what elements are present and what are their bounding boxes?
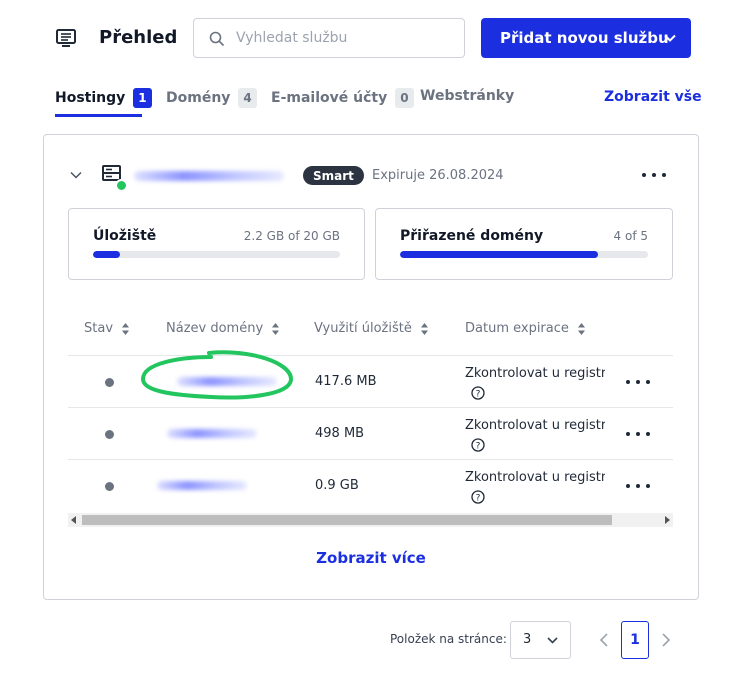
current-page-button[interactable]: 1: [621, 621, 649, 659]
row-more-icon[interactable]: [626, 377, 650, 387]
storage-value: 2.2 GB of 20 GB: [243, 229, 340, 243]
tab-label: Hostingy: [55, 90, 126, 106]
search-input[interactable]: [236, 27, 456, 49]
help-icon[interactable]: ?: [471, 438, 485, 452]
add-service-label: Přidat novou službu: [500, 29, 669, 47]
previous-page-icon[interactable]: [598, 632, 610, 648]
column-storage-usage[interactable]: Využití úložiště: [314, 321, 428, 336]
expiry-cell: Zkontrolovat u registrátora: [465, 366, 605, 381]
column-expiry-date[interactable]: Datum expirace: [465, 321, 585, 336]
redacted-domain-name: [157, 481, 247, 490]
tab-label: E-mailové účty: [271, 90, 388, 106]
domains-label: Přiřazené domény: [400, 228, 544, 244]
storage-panel: Úložiště 2.2 GB of 20 GB: [68, 208, 365, 280]
storage-label: Úložiště: [93, 228, 157, 244]
per-page-label: Položek na stránce:: [390, 632, 507, 646]
tab-domeny[interactable]: Domény 4: [166, 88, 257, 108]
help-icon[interactable]: ?: [471, 386, 485, 400]
status-dot: [105, 430, 114, 439]
row-more-icon[interactable]: [626, 481, 650, 491]
plan-badge: Smart: [303, 166, 364, 185]
scroll-right-icon[interactable]: [665, 516, 670, 524]
sort-icon: [272, 322, 280, 335]
scrollbar-thumb[interactable]: [82, 515, 612, 525]
svg-text:?: ?: [476, 442, 481, 452]
search-box[interactable]: [193, 18, 465, 58]
column-label: Název domény: [166, 321, 264, 336]
status-dot: [105, 378, 114, 387]
column-status[interactable]: Stav: [84, 321, 130, 336]
per-page-select[interactable]: 3: [510, 621, 571, 659]
domains-progress: [400, 251, 648, 258]
tab-label: Webstránky: [420, 88, 515, 104]
row-divider: [68, 407, 673, 408]
tab-label: Domény: [166, 90, 231, 106]
list-icon: [56, 29, 76, 47]
redacted-domain-name: [167, 429, 257, 438]
column-domain-name[interactable]: Název domény: [166, 321, 280, 336]
redacted-hosting-name: [134, 171, 284, 181]
column-label: Stav: [84, 321, 114, 336]
chevron-down-icon: [664, 34, 676, 42]
storage-usage-cell: 498 MB: [315, 426, 365, 441]
chevron-down-icon: [547, 637, 558, 644]
show-more-link[interactable]: Zobrazit více: [44, 549, 698, 567]
expiry-cell: Zkontrolovat u registrátora: [465, 470, 605, 485]
tab-count-badge: 0: [395, 88, 414, 108]
more-options-icon[interactable]: [642, 170, 666, 180]
storage-usage-cell: 0.9 GB: [315, 478, 359, 493]
tab-count-badge: 1: [133, 88, 152, 108]
tab-hostingy[interactable]: Hostingy 1: [55, 88, 152, 108]
row-more-icon[interactable]: [626, 429, 650, 439]
show-all-link[interactable]: Zobrazit vše: [604, 89, 702, 105]
domains-value: 4 of 5: [613, 229, 648, 243]
per-page-value: 3: [523, 632, 532, 647]
next-page-icon[interactable]: [660, 632, 672, 648]
status-online-indicator: [115, 179, 128, 192]
svg-text:?: ?: [476, 494, 481, 504]
tab-webstranky[interactable]: Webstránky: [420, 88, 514, 104]
search-icon: [209, 31, 225, 47]
hand-drawn-circle-annotation: [141, 350, 294, 400]
add-service-button[interactable]: Přidat novou službu: [481, 18, 691, 58]
column-label: Datum expirace: [465, 321, 569, 336]
status-dot: [105, 482, 114, 491]
page-title: Přehled: [99, 27, 178, 48]
hosting-expiry: Expiruje 26.08.2024: [372, 168, 504, 183]
tab-count-badge: 4: [238, 88, 257, 108]
expiry-cell: Zkontrolovat u registrátora: [465, 418, 605, 433]
tab-email-accounts[interactable]: E-mailové účty 0: [271, 88, 414, 108]
storage-progress: [93, 251, 340, 258]
sort-icon: [122, 322, 130, 335]
column-label: Využití úložiště: [314, 321, 412, 336]
help-icon[interactable]: ?: [471, 490, 485, 504]
storage-usage-cell: 417.6 MB: [315, 374, 377, 389]
svg-text:?: ?: [476, 390, 481, 400]
row-divider: [68, 459, 673, 460]
horizontal-scrollbar[interactable]: [68, 513, 673, 527]
sort-icon: [420, 322, 428, 335]
active-tab-indicator: [55, 114, 142, 117]
hosting-card: Smart Expiruje 26.08.2024 Úložiště 2.2 G…: [43, 134, 699, 600]
domains-panel: Přiřazené domény 4 of 5: [375, 208, 673, 280]
scroll-left-icon[interactable]: [71, 516, 76, 524]
chevron-down-icon[interactable]: [69, 168, 83, 182]
sort-icon: [577, 322, 585, 335]
